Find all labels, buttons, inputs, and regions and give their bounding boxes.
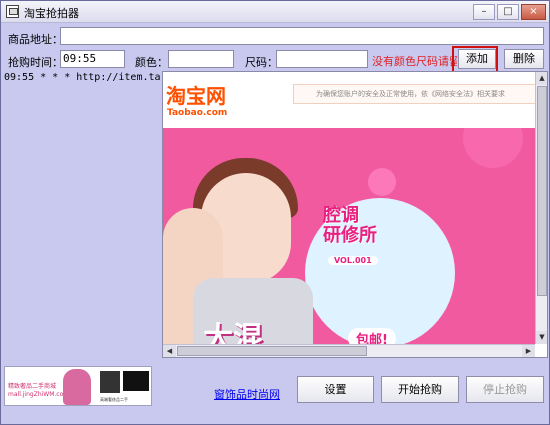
close-button[interactable]: × <box>521 4 546 20</box>
scroll-left-icon[interactable]: ◀ <box>163 345 176 357</box>
product-url-input[interactable] <box>60 27 544 45</box>
app-window: 淘宝抢拍器 – □ × 商品地址： 抢购时间： 09:55 颜色： 尺码： 没有… <box>0 0 550 425</box>
product-url-label: 商品地址： <box>8 33 63 46</box>
title-bar: 淘宝抢拍器 – □ × <box>1 1 549 23</box>
banner-brand-title: 腔调 研修所 <box>323 206 377 246</box>
ad-url: mall.jingZhiWM.com <box>8 391 70 398</box>
ad-banner[interactable]: 精致奢品二手商城 mall.jingZhiWM.com 高端奢侈品二手 <box>4 366 152 406</box>
banner-brand-line2: 研修所 <box>323 225 377 246</box>
security-notice: 为确保您账户的安全及正常使用，依《网络安全法》相关要求 <box>293 84 539 104</box>
buy-time-label: 抢购时间： <box>8 56 63 69</box>
banner-brand-line1: 腔调 <box>323 205 359 226</box>
color-label: 颜色： <box>135 56 168 69</box>
vertical-scrollbar[interactable]: ▲ ▼ <box>535 72 547 344</box>
color-size-hint: 没有颜色尺码请留空 <box>372 55 457 68</box>
scroll-right-icon[interactable]: ▶ <box>522 345 535 357</box>
banner-decoration <box>463 128 523 168</box>
taobao-header: 淘宝网 Taobao.com 为确保您账户的安全及正常使用，依《网络安全法》相关… <box>163 72 539 126</box>
maximize-button[interactable]: □ <box>497 4 519 20</box>
browser-view[interactable]: 淘宝网 Taobao.com 为确保您账户的安全及正常使用，依《网络安全法》相关… <box>162 71 548 358</box>
scroll-down-icon[interactable]: ▼ <box>536 331 547 344</box>
fashion-site-link[interactable]: 窗饰品时尚网 <box>214 386 280 402</box>
stop-buying-button[interactable]: 停止抢购 <box>466 376 544 403</box>
task-list[interactable]: 09:55 * * * http://item.taobao <box>2 71 160 356</box>
buy-time-input[interactable]: 09:55 <box>60 50 125 68</box>
banner-headline: 大混 <box>203 321 263 348</box>
horizontal-scrollbar[interactable]: ◀ ▶ <box>163 344 535 357</box>
add-button[interactable]: 添加 <box>458 49 496 69</box>
ad-model-image <box>63 369 91 405</box>
color-input[interactable] <box>168 50 234 68</box>
horizontal-scroll-thumb[interactable] <box>177 346 367 356</box>
ad-bag-image <box>123 371 149 391</box>
ad-headline: 精致奢品二手商城 <box>8 383 57 390</box>
start-buying-button[interactable]: 开始抢购 <box>381 376 459 403</box>
window-title: 淘宝抢拍器 <box>24 7 79 20</box>
size-input[interactable] <box>276 50 368 68</box>
minimize-button[interactable]: – <box>473 4 495 20</box>
scroll-up-icon[interactable]: ▲ <box>536 72 547 85</box>
promo-banner[interactable]: 腔调 研修所 VOL.001 大混 包邮! <box>163 128 535 348</box>
ad-caption: 高端奢侈品二手 <box>100 397 128 402</box>
taobao-logo[interactable]: 淘宝网 <box>166 86 226 106</box>
ad-bag-image <box>100 371 120 393</box>
delete-button[interactable]: 删除 <box>504 49 544 69</box>
taobao-logo-subtitle: Taobao.com <box>167 108 228 118</box>
list-item[interactable]: 09:55 * * * http://item.taobao <box>2 71 160 84</box>
vertical-scroll-thumb[interactable] <box>537 86 547 296</box>
banner-volume-badge: VOL.001 <box>328 256 378 265</box>
settings-button[interactable]: 设置 <box>297 376 374 403</box>
size-label: 尺码： <box>245 56 278 69</box>
banner-decoration <box>368 168 396 196</box>
app-icon <box>6 5 19 18</box>
